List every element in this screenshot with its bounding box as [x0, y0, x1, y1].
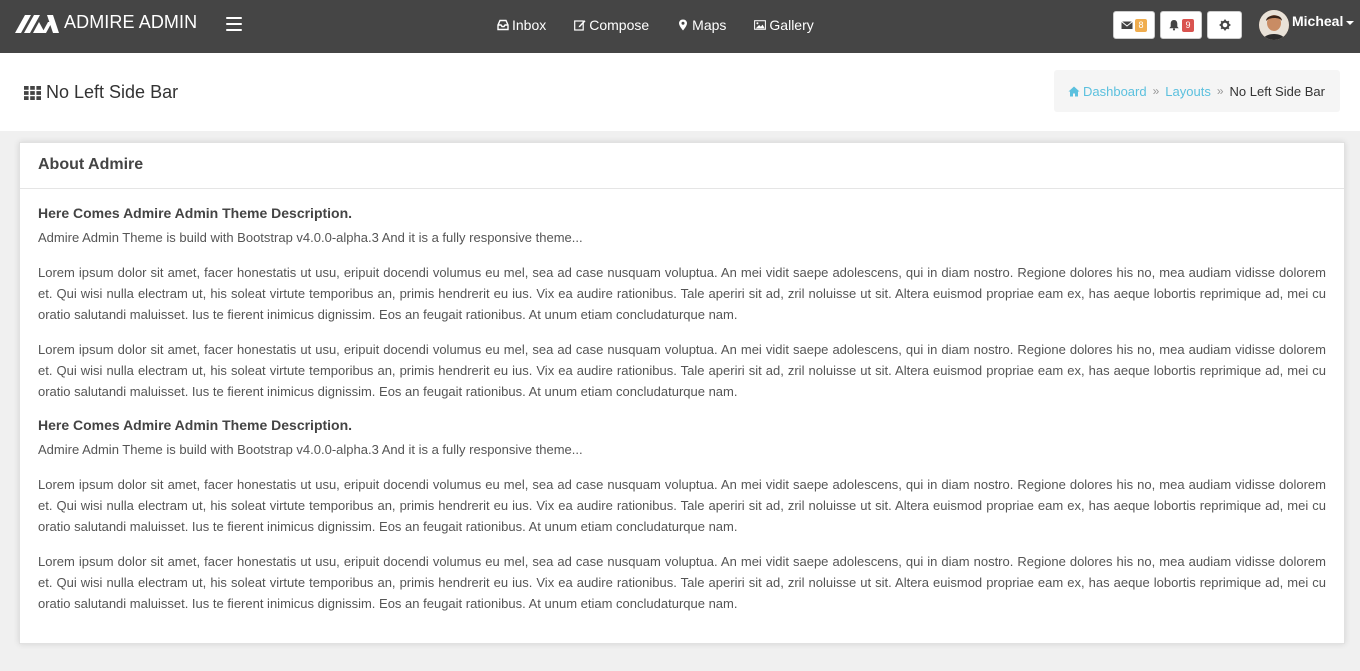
double-chevron-right-icon: » [1152, 84, 1160, 98]
user-menu[interactable]: Micheal [1259, 10, 1355, 40]
section-paragraph: Lorem ipsum dolor sit amet, facer honest… [38, 265, 1326, 322]
page-header: No Left Side Bar Dashboard » Layouts » N… [0, 53, 1360, 131]
avatar [1259, 10, 1289, 40]
nav-compose-label: Compose [589, 17, 650, 33]
breadcrumb-dashboard[interactable]: Dashboard [1068, 84, 1147, 99]
page-title-text: No Left Side Bar [46, 82, 179, 102]
nav-compose[interactable]: Compose [574, 17, 649, 33]
chevron-down-icon [1346, 21, 1355, 25]
messages-button[interactable]: 8 [1113, 11, 1155, 39]
breadcrumb-layouts[interactable]: Layouts [1165, 84, 1211, 99]
bell-icon [1169, 20, 1180, 31]
page-title: No Left Side Bar [24, 82, 178, 103]
card-title: About Admire [20, 143, 1344, 189]
inbox-icon [497, 19, 509, 31]
section-paragraph: Lorem ipsum dolor sit amet, facer honest… [38, 554, 1326, 611]
double-chevron-right-icon: » [1216, 84, 1224, 98]
brand-name: ADMIRE ADMIN [64, 12, 198, 32]
breadcrumb-current: No Left Side Bar [1229, 83, 1325, 99]
notifications-button[interactable]: 9 [1160, 11, 1202, 39]
about-card: About Admire Here Comes Admire Admin The… [19, 142, 1345, 644]
home-icon [1068, 86, 1080, 96]
edit-icon [574, 20, 586, 31]
breadcrumb: Dashboard » Layouts » No Left Side Bar [1054, 70, 1340, 112]
messages-count-badge: 8 [1135, 18, 1147, 32]
map-marker-icon [679, 19, 688, 31]
nav-inbox[interactable]: Inbox [497, 17, 546, 33]
section-heading: Here Comes Admire Admin Theme Descriptio… [38, 205, 353, 221]
hamburger-bar [226, 23, 242, 25]
admire-logo-icon [15, 14, 59, 33]
nav-inbox-label: Inbox [512, 17, 547, 33]
gear-icon [1219, 19, 1230, 31]
top-navbar: ADMIRE ADMIN Inbox Compose Maps Gallery … [0, 0, 1360, 53]
settings-button[interactable] [1207, 11, 1242, 39]
section-heading: Here Comes Admire Admin Theme Descriptio… [38, 417, 353, 433]
image-icon [754, 20, 767, 30]
menu-toggle-button[interactable] [226, 17, 242, 31]
brand[interactable]: ADMIRE ADMIN [15, 12, 197, 33]
hamburger-bar [226, 29, 242, 31]
section-paragraph: Lorem ipsum dolor sit amet, facer honest… [38, 342, 1326, 399]
hamburger-icon [226, 17, 242, 19]
nav-gallery[interactable]: Gallery [754, 17, 814, 33]
nav-gallery-label: Gallery [769, 17, 814, 33]
section-intro: Admire Admin Theme is build with Bootstr… [38, 442, 583, 457]
card-body: Here Comes Admire Admin Theme Descriptio… [20, 189, 1344, 614]
nav-maps-label: Maps [692, 17, 727, 33]
th-grid-icon [24, 85, 41, 100]
user-name: Micheal [1292, 13, 1344, 29]
breadcrumb-dashboard-label: Dashboard [1083, 83, 1147, 99]
section-paragraph: Lorem ipsum dolor sit amet, facer honest… [38, 477, 1326, 534]
top-nav-links: Inbox Compose Maps Gallery [497, 17, 842, 33]
envelope-icon [1121, 21, 1134, 29]
notifications-count-badge: 9 [1182, 18, 1194, 32]
nav-maps[interactable]: Maps [677, 17, 726, 33]
section-intro: Admire Admin Theme is build with Bootstr… [38, 230, 583, 245]
